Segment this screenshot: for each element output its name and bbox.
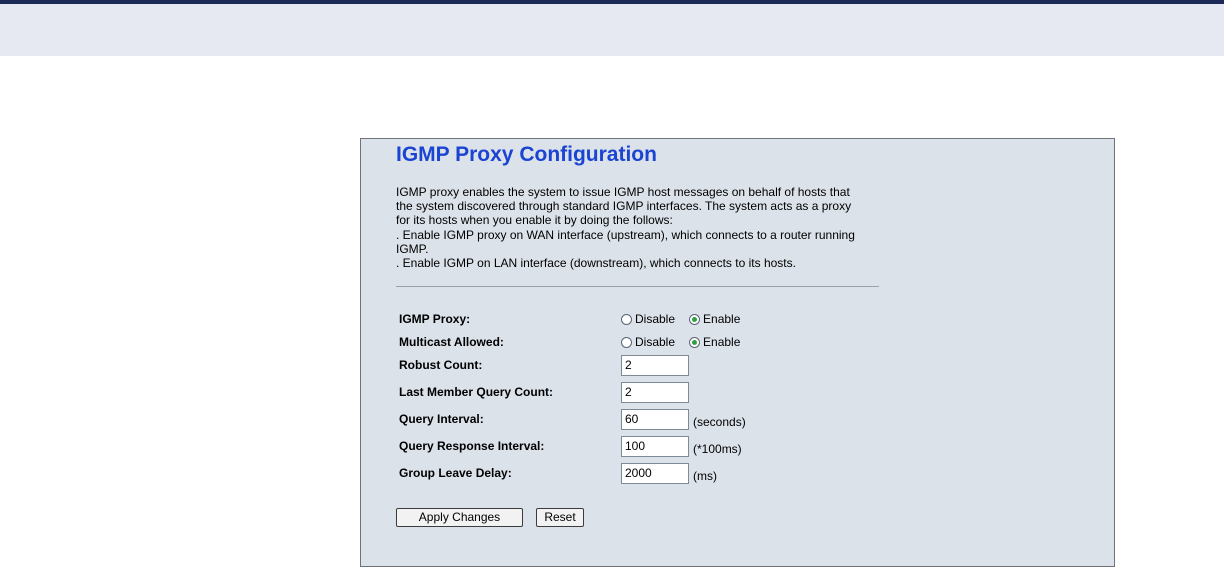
igmp-proxy-disable-label: Disable	[635, 312, 676, 326]
group-leave-delay-unit: (ms)	[693, 469, 717, 483]
description-line: IGMP.	[396, 241, 429, 256]
group-leave-delay-input[interactable]: 2000	[621, 462, 689, 484]
query-interval-control: 60 (seconds)	[621, 408, 746, 430]
robust-count-row: Robust Count: 2	[399, 354, 1099, 376]
description: IGMP proxy enables the system to issue I…	[396, 185, 886, 270]
multicast-allowed-disable-label: Disable	[635, 335, 676, 349]
top-banner	[0, 0, 1224, 56]
group-leave-delay-control: 2000 (ms)	[621, 462, 717, 484]
robust-count-control: 2	[621, 354, 689, 376]
multicast-allowed-disable-option[interactable]: Disable	[621, 335, 675, 349]
multicast-allowed-enable-radio[interactable]	[689, 336, 701, 348]
igmp-proxy-config-panel: IGMP Proxy Configuration IGMP proxy enab…	[360, 138, 1115, 567]
query-interval-label: Query Interval:	[399, 412, 484, 426]
description-line: for its hosts when you enable it by doin…	[396, 213, 673, 228]
igmp-proxy-row: IGMP Proxy: Disable Enable	[399, 309, 1099, 329]
multicast-allowed-label: Multicast Allowed:	[399, 335, 504, 349]
igmp-proxy-disable-option[interactable]: Disable	[621, 312, 675, 326]
group-leave-delay-label: Group Leave Delay:	[399, 466, 512, 480]
igmp-proxy-disable-radio[interactable]	[621, 313, 632, 325]
igmp-proxy-radio-group: Disable Enable	[621, 309, 754, 329]
query-response-interval-control: 100 (*100ms)	[621, 435, 742, 457]
query-response-interval-label: Query Response Interval:	[399, 439, 545, 453]
description-line: . Enable IGMP on LAN interface (downstre…	[396, 256, 796, 271]
query-response-interval-unit: (*100ms)	[693, 442, 742, 456]
last-member-query-count-control: 2	[621, 381, 689, 403]
last-member-query-count-input[interactable]: 2	[621, 381, 689, 403]
query-response-interval-row: Query Response Interval: 100 (*100ms)	[399, 435, 1099, 457]
apply-changes-button[interactable]: Apply Changes	[396, 508, 523, 527]
igmp-proxy-enable-label: Enable	[703, 312, 741, 326]
multicast-allowed-radio-group: Disable Enable	[621, 332, 754, 352]
robust-count-input[interactable]: 2	[621, 354, 689, 376]
group-leave-delay-row: Group Leave Delay: 2000 (ms)	[399, 462, 1099, 484]
description-line: . Enable IGMP proxy on WAN interface (up…	[396, 227, 855, 242]
query-interval-unit: (seconds)	[693, 415, 746, 429]
robust-count-label: Robust Count:	[399, 358, 483, 372]
query-response-interval-input[interactable]: 100	[621, 435, 689, 457]
multicast-allowed-row: Multicast Allowed: Disable Enable	[399, 332, 1099, 352]
description-line: IGMP proxy enables the system to issue I…	[396, 185, 850, 199]
last-member-query-count-label: Last Member Query Count:	[399, 385, 554, 399]
igmp-proxy-label: IGMP Proxy:	[399, 312, 471, 326]
description-line: the system discovered through standard I…	[396, 199, 852, 214]
multicast-allowed-enable-option[interactable]: Enable	[689, 335, 740, 349]
query-interval-row: Query Interval: 60 (seconds)	[399, 408, 1099, 430]
last-member-query-count-row: Last Member Query Count: 2	[399, 381, 1099, 403]
multicast-allowed-disable-radio[interactable]	[621, 336, 632, 348]
divider	[396, 286, 879, 287]
igmp-proxy-enable-option[interactable]: Enable	[689, 312, 740, 326]
igmp-proxy-enable-radio[interactable]	[689, 313, 701, 325]
query-interval-input[interactable]: 60	[621, 408, 689, 430]
reset-button[interactable]: Reset	[536, 508, 584, 527]
page-title: IGMP Proxy Configuration	[396, 143, 657, 166]
multicast-allowed-enable-label: Enable	[703, 335, 741, 349]
